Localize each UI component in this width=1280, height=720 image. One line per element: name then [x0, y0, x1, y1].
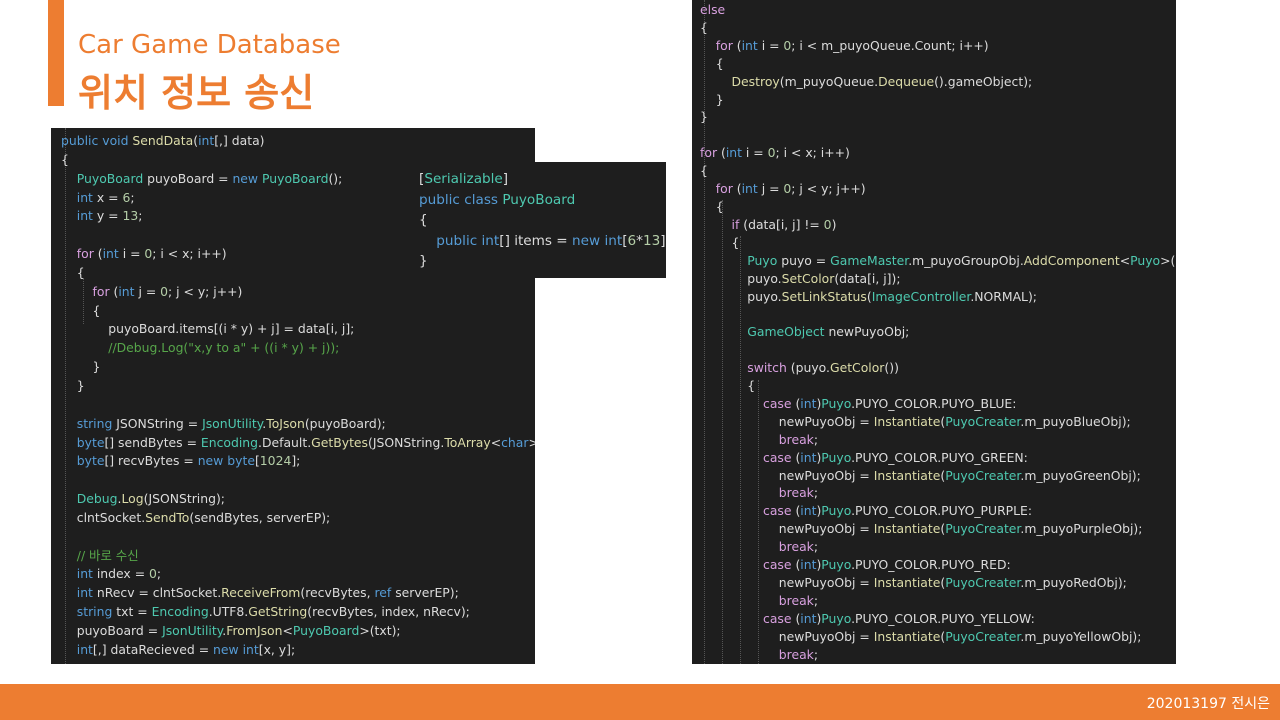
title-accent-bar: [48, 0, 64, 106]
code-line: for (int i = 0; i < x; i++): [700, 145, 850, 161]
code-line: puyo.SetLinkStatus(ImageController.NORMA…: [700, 288, 1037, 304]
code-line: else: [700, 2, 726, 17]
code-panel-puyoboard-class: [Serializable] public class PuyoBoard { pu…: [410, 162, 666, 278]
code-line: clntSocket.SendTo(sendBytes, serverEP);: [61, 509, 331, 525]
code-line: break;: [778, 539, 819, 555]
slide-title-english: Car Game Database: [78, 30, 341, 60]
code-line: {: [700, 163, 708, 179]
code-line: Puyo puyo = GameMaster.m_puyoGroupObj.Ad…: [747, 252, 1176, 268]
code-line: newPuyoObj = Instantiate(PuyoCreater.m_p…: [700, 521, 1143, 537]
code-line: newPuyoObj = Instantiate(PuyoCreater.m_p…: [700, 413, 1131, 429]
code-line: break;: [778, 431, 819, 447]
code-line: newPuyoObj = Instantiate(PuyoCreater.m_p…: [700, 467, 1141, 483]
code-line: for (int j = 0; j < y; j++): [92, 283, 243, 299]
code-line: //Debug.Log("x,y to a" + ((i * y) + j));: [108, 340, 340, 356]
code-line: string txt = Encoding.UTF8.GetString(rec…: [76, 604, 470, 620]
code-line: Destroy(m_puyoQueue.Dequeue().gameObject…: [731, 73, 1033, 89]
code-line: break;: [778, 485, 819, 501]
code-line: case (int)Puyo.PUYO_COLOR.PUYO_GREEN:: [763, 449, 1028, 465]
code-panel-puyo-instantiate: else { for (int i = 0; i < m_puyoQueue.Co…: [692, 0, 1176, 664]
slide-title-korean: 위치 정보 송신: [78, 71, 315, 115]
code-line: case (int)Puyo.PUYO_COLOR.PUYO_YELLOW:: [763, 610, 1035, 626]
code-line: {: [700, 55, 724, 71]
code-line: {: [61, 302, 101, 318]
code-line: {: [419, 212, 428, 228]
code-line: break;: [778, 592, 819, 608]
code-line: int nRecv = clntSocket.ReceiveFrom(recvB…: [76, 585, 459, 601]
code-line: {: [700, 19, 708, 35]
code-line: for (int i = 0; i < m_puyoQueue.Count; i…: [715, 37, 989, 53]
code-line: }: [61, 359, 101, 375]
code-line: int index = 0;: [76, 566, 162, 582]
code-line: string JSONString = JsonUtility.ToJson(p…: [76, 415, 386, 431]
code-line: }: [700, 109, 708, 125]
code-line: public void SendData(int[,] data): [61, 133, 265, 148]
code-line: }: [419, 253, 428, 269]
code-line: int[,] dataRecieved = new int[x, y];: [76, 641, 296, 657]
code-line: puyoBoard = JsonUtility.FromJson<PuyoBoa…: [61, 622, 401, 638]
code-line: [Serializable]: [419, 171, 509, 187]
code-line: puyoBoard.items[(i * y) + j] = data[i, j…: [61, 321, 355, 337]
code-line: GameObject newPuyoObj;: [747, 324, 910, 340]
code-line: {: [700, 378, 756, 394]
code-line: if (data[i, j] != 0): [731, 216, 837, 232]
code-line: break;: [778, 646, 819, 662]
code-line: for (int j = 0; j < y; j++): [715, 181, 866, 197]
code-line: Debug.Log(JSONString);: [76, 491, 225, 507]
footer-bar: 202013197 전시은: [0, 684, 1280, 720]
code-line: // 바로 수신: [76, 547, 139, 563]
code-line: newPuyoObj = Instantiate(PuyoCreater.m_p…: [700, 575, 1127, 590]
code-line: {: [700, 234, 740, 250]
code-line: case (int)Puyo.PUYO_COLOR.PUYO_PURPLE:: [763, 503, 1033, 519]
code-line: newPuyoObj = Instantiate(PuyoCreater.m_p…: [700, 628, 1142, 644]
code-line: }: [700, 91, 724, 107]
code-line: byte[] recvBytes = new byte[1024];: [76, 453, 301, 469]
code-line: byte[] sendBytes = Encoding.Default.GetB…: [76, 434, 535, 450]
author-label: 202013197 전시은: [1146, 696, 1270, 712]
code-line: }: [61, 377, 85, 393]
code-line: case (int)Puyo.PUYO_COLOR.PUYO_BLUE:: [763, 395, 1017, 411]
code-line: puyo.SetColor(data[i, j]);: [700, 270, 901, 286]
code-line: public class PuyoBoard: [419, 191, 576, 208]
code-line: case (int)Puyo.PUYO_COLOR.PUYO_RED:: [763, 557, 1011, 573]
code-line: public int[] items = new int[6*13];: [436, 232, 666, 249]
code-line: {: [700, 198, 724, 214]
code-line: switch (puyo.GetColor()): [747, 360, 899, 376]
